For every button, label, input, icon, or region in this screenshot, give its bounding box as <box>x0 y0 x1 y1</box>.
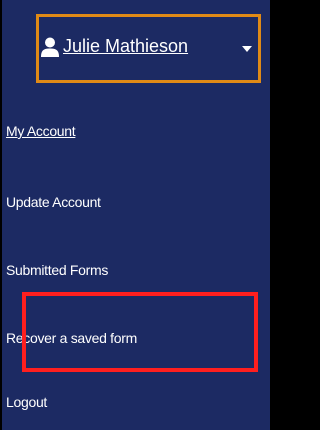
highlight-annotation-box <box>22 292 258 372</box>
menu-item-submitted-forms[interactable]: Submitted Forms <box>6 262 108 278</box>
menu-item-update-account[interactable]: Update Account <box>6 194 101 210</box>
menu-item-logout[interactable]: Logout <box>6 394 47 410</box>
user-icon <box>41 37 59 57</box>
user-name-link[interactable]: Julie Mathieson <box>63 36 188 57</box>
screenshot-frame: Julie Mathieson My Account Update Accoun… <box>0 0 274 430</box>
user-menu-toggle[interactable]: Julie Mathieson <box>36 14 261 83</box>
menu-item-my-account[interactable]: My Account <box>6 123 76 139</box>
caret-down-icon[interactable] <box>242 46 252 52</box>
